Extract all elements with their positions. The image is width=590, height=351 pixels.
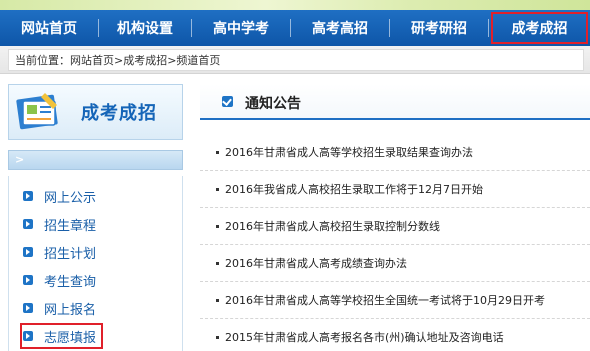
nav-item-home[interactable]: 网站首页	[0, 10, 98, 46]
arrow-square-icon	[23, 331, 33, 341]
arrow-square-icon	[23, 275, 33, 285]
chevron-right-icon: >	[15, 153, 25, 166]
main-nav: 网站首页 机构设置 高中学考 高考高招 研考研招 成考成招	[0, 10, 590, 46]
news-item[interactable]: 2016年我省成人高校招生录取工作将于12月7日开始	[200, 171, 590, 208]
bullet-dot-icon	[216, 298, 219, 302]
sidebar: 成考成招 > 网上公示 招生章程 招生计划 考生查询 网上报名 志愿填报	[8, 84, 183, 351]
main-content: 通知公告 2016年甘肃省成人高等学校招生录取结果查询办法 2016年我省成人高…	[200, 84, 590, 351]
news-item-link[interactable]: 2016年甘肃省成人高等学校招生全国统一考试将于10月29日开考	[225, 292, 545, 308]
arrow-square-icon	[23, 219, 33, 229]
bullet-dot-icon	[216, 150, 219, 154]
top-banner-strip	[0, 0, 590, 10]
nav-item-graduate-exam[interactable]: 研考研招	[390, 10, 488, 46]
news-item-link[interactable]: 2015年甘肃省成人高考报名各市(州)确认地址及咨询电话	[225, 329, 504, 345]
breadcrumb-bar: 当前位置：网站首页>成考成招>频道首页	[0, 46, 590, 74]
arrow-square-icon	[23, 247, 33, 257]
news-item-link[interactable]: 2016年甘肃省成人高考成绩查询办法	[225, 255, 407, 271]
sidebar-item-online-registration[interactable]: 网上报名	[23, 298, 96, 318]
sidebar-subheader: >	[8, 150, 183, 170]
sidebar-item-label: 招生章程	[44, 218, 97, 234]
bullet-dot-icon	[216, 335, 219, 339]
news-item-link[interactable]: 2016年我省成人高校招生录取工作将于12月7日开始	[225, 181, 483, 197]
sidebar-item-enrollment-plan[interactable]: 招生计划	[23, 242, 96, 262]
sidebar-item-label: 考生查询	[44, 274, 97, 290]
sidebar-item-label: 网上报名	[44, 302, 97, 318]
nav-item-highschool-exam[interactable]: 高中学考	[192, 10, 290, 46]
bullet-dot-icon	[216, 261, 219, 265]
nav-item-organization[interactable]: 机构设置	[99, 10, 191, 46]
nav-item-gaokao[interactable]: 高考高招	[291, 10, 389, 46]
sidebar-item-candidate-query[interactable]: 考生查询	[23, 270, 96, 290]
breadcrumb-text: 当前位置：网站首页>成考成招>频道首页	[15, 54, 221, 67]
news-item-link[interactable]: 2016年甘肃省成人高等学校招生录取结果查询办法	[225, 144, 473, 160]
sidebar-menu: 网上公示 招生章程 招生计划 考生查询 网上报名 志愿填报	[8, 176, 183, 351]
sidebar-item-application-fill[interactable]: 志愿填报	[19, 323, 104, 349]
sidebar-item-label: 招生计划	[44, 246, 97, 262]
news-item[interactable]: 2016年甘肃省成人高考成绩查询办法	[200, 245, 590, 282]
breadcrumb: 当前位置：网站首页>成考成招>频道首页	[8, 49, 584, 71]
checkbox-icon	[222, 96, 233, 107]
news-item[interactable]: 2016年甘肃省成人高等学校招生录取结果查询办法	[200, 134, 590, 171]
section-header: 通知公告	[200, 84, 590, 120]
sidebar-item-label: 志愿填报	[44, 330, 97, 346]
sidebar-item-enrollment-rules[interactable]: 招生章程	[23, 214, 96, 234]
bullet-dot-icon	[216, 187, 219, 191]
bullet-dot-icon	[216, 224, 219, 228]
news-item[interactable]: 2015年甘肃省成人高考报名各市(州)确认地址及咨询电话	[200, 319, 590, 351]
arrow-square-icon	[23, 303, 33, 313]
sidebar-title: 成考成招	[81, 103, 157, 124]
sidebar-item-public-notice[interactable]: 网上公示	[23, 186, 96, 206]
news-item-link[interactable]: 2016年甘肃省成人高校招生录取控制分数线	[225, 218, 440, 234]
sidebar-item-label: 网上公示	[44, 190, 97, 206]
arrow-square-icon	[23, 191, 33, 201]
news-item[interactable]: 2016年甘肃省成人高等学校招生全国统一考试将于10月29日开考	[200, 282, 590, 319]
certificate-card-icon	[16, 93, 58, 130]
sidebar-header: 成考成招	[8, 84, 183, 140]
news-item[interactable]: 2016年甘肃省成人高校招生录取控制分数线	[200, 208, 590, 245]
section-title: 通知公告	[245, 96, 301, 112]
nav-item-adult-exam[interactable]: 成考成招	[489, 10, 590, 46]
